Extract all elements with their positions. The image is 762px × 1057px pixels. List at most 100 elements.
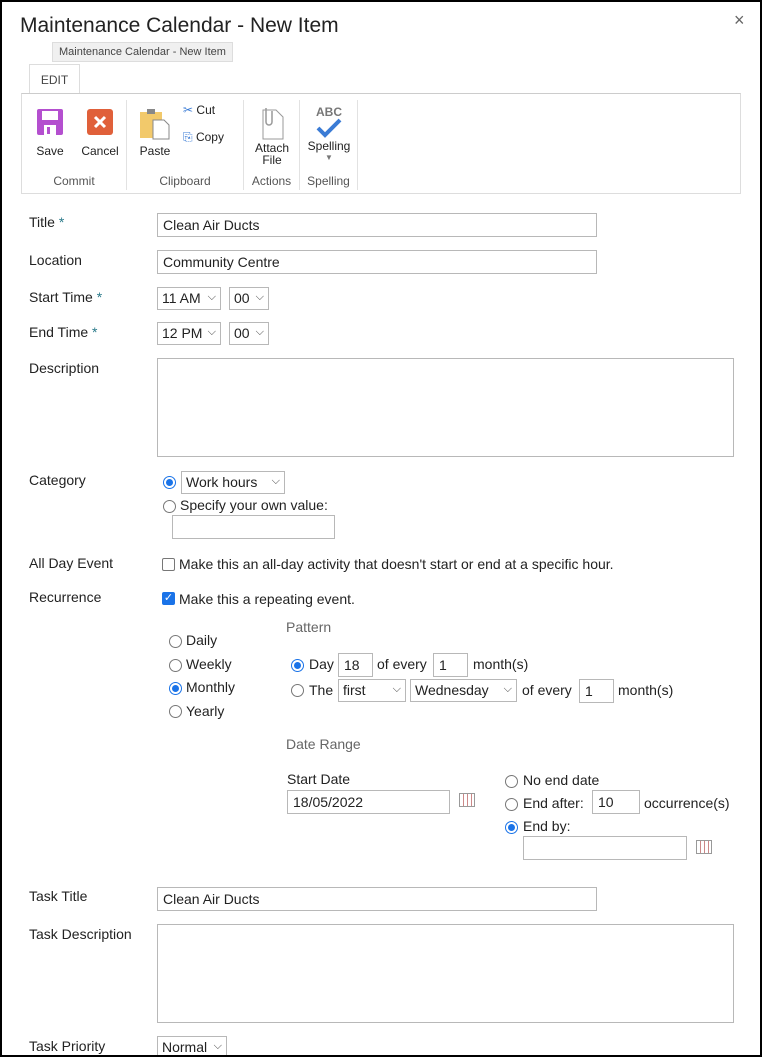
description-textarea[interactable] (157, 358, 734, 457)
copy-icon: ⎘ (183, 130, 193, 144)
group-commit: Save Cancel Commit (22, 100, 127, 190)
start-hour-select[interactable]: 11 AM ⌵ (157, 287, 221, 310)
close-icon[interactable]: × (734, 10, 745, 31)
occurrences-label: occurrence(s) (644, 795, 730, 811)
calendar-icon[interactable] (459, 793, 475, 807)
task-title-input[interactable]: Clean Air Ducts (157, 887, 597, 911)
day-pattern-radio[interactable] (291, 659, 304, 672)
end-time-label: End Time * (29, 324, 98, 340)
recurrence-checkbox[interactable]: ✓ (162, 592, 175, 605)
months-label: month(s) (473, 656, 529, 672)
paste-label: Paste (139, 144, 171, 158)
task-description-textarea[interactable] (157, 924, 734, 1023)
group-label: Commit (53, 174, 95, 188)
end-by-label: End by: (523, 818, 571, 834)
cancel-icon (87, 109, 113, 135)
group-spelling: ABC Spelling ▼ Spelling (300, 100, 358, 190)
task-priority-select[interactable]: Normal ⌵ (157, 1036, 227, 1055)
spelling-label: Spelling (307, 139, 351, 153)
dropdown-arrow-icon: ▼ (325, 153, 333, 162)
task-description-label: Task Description (29, 926, 132, 942)
day-label: Day (309, 656, 334, 672)
calendar-icon[interactable] (696, 840, 712, 854)
daily-radio[interactable] (169, 635, 182, 648)
cancel-label: Cancel (81, 144, 119, 158)
attach-file-button[interactable]: Attach File (250, 106, 294, 166)
task-title-label: Task Title (29, 888, 88, 904)
title-label: Title * (29, 214, 65, 230)
spelling-button[interactable]: ABC Spelling ▼ (304, 106, 354, 164)
no-end-date-radio[interactable] (505, 775, 518, 788)
no-end-date-label: No end date (523, 772, 600, 788)
category-custom-input[interactable] (172, 515, 335, 539)
month-interval-input[interactable]: 1 (433, 653, 468, 677)
specify-own-label: Specify your own value: (180, 497, 328, 513)
paste-button[interactable]: Paste (135, 108, 175, 157)
ordinal-select[interactable]: first ⌵ (338, 679, 406, 702)
location-input[interactable]: Community Centre (157, 250, 597, 274)
day-input[interactable]: 18 (338, 653, 373, 677)
save-icon (37, 109, 63, 135)
end-hour-select[interactable]: 12 PM ⌵ (157, 322, 221, 345)
chevron-down-icon: ⌵ (392, 683, 401, 695)
occurrences-input[interactable]: 10 (592, 790, 640, 814)
new-item-dialog: Maintenance Calendar - New Item × Mainte… (2, 2, 760, 1055)
ribbon: Save Cancel Commit Paste ✂ Cut ⎘ Copy Cl… (21, 93, 741, 194)
copy-button[interactable]: ⎘ Copy (183, 131, 224, 143)
chevron-down-icon: ⌵ (503, 683, 512, 695)
end-by-radio[interactable] (505, 821, 518, 834)
all-day-text: Make this an all-day activity that doesn… (179, 556, 614, 572)
end-by-date-input[interactable] (523, 836, 687, 860)
cut-label: Cut (196, 103, 216, 117)
scissors-icon: ✂ (183, 103, 194, 117)
category-label: Category (29, 472, 86, 488)
title-input[interactable]: Clean Air Ducts (157, 213, 597, 237)
chevron-down-icon: ⌵ (255, 326, 264, 338)
copy-label: Copy (195, 130, 224, 144)
all-day-checkbox[interactable] (162, 558, 175, 571)
of-every-label: of every (377, 656, 427, 672)
monthly-radio[interactable] (169, 682, 182, 695)
monthly-label: Monthly (186, 679, 236, 695)
end-after-radio[interactable] (505, 798, 518, 811)
chevron-down-icon: ⌵ (213, 1040, 222, 1052)
start-date-label: Start Date (287, 771, 351, 787)
cut-button[interactable]: ✂ Cut (183, 104, 215, 116)
checkmark-icon (316, 118, 342, 138)
start-date-input[interactable]: 18/05/2022 (287, 790, 450, 814)
category-choice-radio[interactable] (163, 476, 176, 489)
description-label: Description (29, 360, 100, 376)
cancel-button[interactable]: Cancel (78, 108, 122, 157)
recurrence-label: Recurrence (29, 589, 102, 605)
tooltip: Maintenance Calendar - New Item (52, 42, 233, 62)
start-minute-select[interactable]: 00 ⌵ (229, 287, 269, 310)
task-priority-label: Task Priority (29, 1038, 106, 1054)
dialog-title: Maintenance Calendar - New Item (20, 14, 339, 37)
yearly-label: Yearly (186, 703, 225, 719)
month-interval-input-2[interactable]: 1 (579, 679, 614, 703)
group-label: Spelling (307, 174, 350, 188)
paste-icon (140, 109, 170, 140)
date-range-heading: Date Range (286, 736, 361, 752)
daily-label: Daily (186, 632, 218, 648)
category-custom-radio[interactable] (163, 500, 176, 513)
chevron-down-icon: ⌵ (207, 291, 216, 303)
all-day-label: All Day Event (29, 555, 114, 571)
the-pattern-radio[interactable] (291, 684, 304, 697)
end-minute-select[interactable]: 00 ⌵ (229, 322, 269, 345)
start-time-label: Start Time * (29, 289, 103, 305)
chevron-down-icon: ⌵ (271, 475, 280, 487)
group-clipboard: Paste ✂ Cut ⎘ Copy Clipboard (127, 100, 244, 190)
tab-edit[interactable]: EDIT (29, 64, 80, 94)
yearly-radio[interactable] (169, 705, 182, 718)
weekday-select[interactable]: Wednesday ⌵ (410, 679, 517, 702)
weekly-radio[interactable] (169, 659, 182, 672)
attach-file-icon (262, 108, 284, 140)
group-label: Clipboard (159, 174, 211, 188)
recurrence-text: Make this a repeating event. (179, 591, 355, 607)
chevron-down-icon: ⌵ (207, 326, 216, 338)
save-button[interactable]: Save (30, 108, 70, 157)
location-label: Location (29, 252, 82, 268)
the-label: The (309, 682, 334, 698)
category-select[interactable]: Work hours ⌵ (181, 471, 285, 494)
